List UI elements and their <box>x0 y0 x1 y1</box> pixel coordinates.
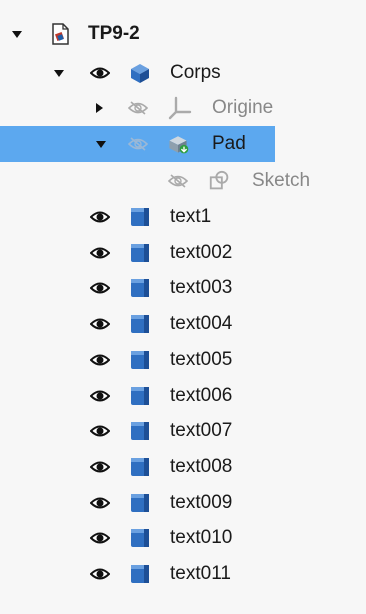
tree-item-text[interactable]: text008 <box>0 449 366 485</box>
tree-item-label: text006 <box>170 385 233 406</box>
tree-item-text[interactable]: text1 <box>0 199 366 235</box>
tree-item-body[interactable]: Corps <box>0 55 366 91</box>
eye-icon[interactable] <box>90 460 110 474</box>
tree-item-label: text003 <box>170 277 233 298</box>
eye-icon[interactable] <box>90 496 110 510</box>
expand-arrow-icon[interactable] <box>54 70 64 77</box>
tree-item-text[interactable]: text002 <box>0 235 366 271</box>
eye-icon[interactable] <box>90 66 110 80</box>
tree-item-text[interactable]: text009 <box>0 485 366 521</box>
tree-item-text[interactable]: text003 <box>0 270 366 306</box>
tree-item-label: TP9-2 <box>88 23 140 44</box>
tree-item-label: text005 <box>170 349 233 370</box>
tree-item-label: text008 <box>170 456 233 477</box>
tree-item-origin[interactable]: Origine <box>0 90 366 126</box>
tree-item-text[interactable]: text010 <box>0 520 366 556</box>
model-tree: TP9-2 Corps Origine Pad Sketch text1 tex… <box>0 0 366 614</box>
tree-item-label: Origine <box>212 97 274 118</box>
sketch-icon <box>209 170 229 190</box>
expand-arrow-icon[interactable] <box>12 31 22 38</box>
eye-icon[interactable] <box>90 353 110 367</box>
tree-item-label: text011 <box>170 563 231 584</box>
tree-item-label: text1 <box>170 206 212 227</box>
eye-icon[interactable] <box>90 210 110 224</box>
collapse-arrow-icon[interactable] <box>96 103 103 113</box>
cube-icon <box>131 315 149 333</box>
cube-icon <box>131 208 149 226</box>
tree-item-sketch[interactable]: Sketch <box>0 163 366 199</box>
tree-item-label: text004 <box>170 313 233 334</box>
tree-item-text[interactable]: text006 <box>0 378 366 414</box>
tree-item-label: text002 <box>170 242 233 263</box>
cube-icon <box>131 422 149 440</box>
tree-item-pad[interactable]: Pad <box>0 126 275 162</box>
eye-icon[interactable] <box>90 281 110 295</box>
cube-icon <box>131 279 149 297</box>
tree-item-root[interactable]: TP9-2 <box>0 16 366 52</box>
tree-item-text[interactable]: text011 <box>0 556 366 592</box>
cube-icon <box>131 565 149 583</box>
expand-arrow-icon[interactable] <box>96 141 106 148</box>
tree-item-text[interactable]: text004 <box>0 306 366 342</box>
document-icon <box>52 23 69 45</box>
eye-slash-icon[interactable] <box>128 137 148 151</box>
eye-icon[interactable] <box>90 531 110 545</box>
eye-slash-icon[interactable] <box>168 174 188 188</box>
cube-icon <box>131 387 149 405</box>
eye-slash-icon[interactable] <box>128 101 148 115</box>
cube-icon <box>131 494 149 512</box>
eye-icon[interactable] <box>90 424 110 438</box>
eye-icon[interactable] <box>90 567 110 581</box>
pad-icon <box>169 136 189 154</box>
eye-icon[interactable] <box>90 246 110 260</box>
tree-item-label: text007 <box>170 420 233 441</box>
tree-item-label: Pad <box>212 133 246 154</box>
cube-icon <box>131 529 149 547</box>
tree-item-label: Sketch <box>252 170 311 191</box>
body-icon <box>131 64 149 83</box>
cube-icon <box>131 351 149 369</box>
tree-item-text[interactable]: text005 <box>0 342 366 378</box>
cube-icon <box>131 458 149 476</box>
eye-icon[interactable] <box>90 317 110 331</box>
tree-item-label: text009 <box>170 492 233 513</box>
eye-icon[interactable] <box>90 389 110 403</box>
tree-item-label: text010 <box>170 527 233 548</box>
tree-item-label: Corps <box>170 62 221 83</box>
axis-icon <box>168 96 192 120</box>
tree-item-text[interactable]: text007 <box>0 413 366 449</box>
cube-icon <box>131 244 149 262</box>
